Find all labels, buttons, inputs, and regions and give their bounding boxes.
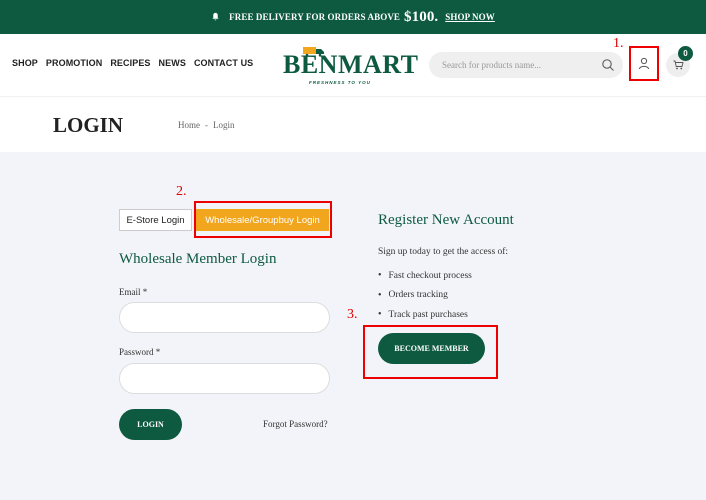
bell-icon bbox=[211, 12, 221, 23]
email-field[interactable] bbox=[119, 302, 330, 333]
forgot-password-link[interactable]: Forgot Password? bbox=[263, 419, 328, 429]
nav-news[interactable]: NEWS bbox=[159, 58, 186, 68]
search-input[interactable]: Search for products name... bbox=[429, 52, 623, 78]
account-button[interactable] bbox=[629, 46, 659, 81]
list-item: Fast checkout process bbox=[378, 266, 472, 286]
annotation-1: 1. bbox=[613, 36, 624, 51]
tab-wholesale-login[interactable]: Wholesale/Groupbuy Login bbox=[196, 209, 329, 231]
cart-icon bbox=[673, 60, 684, 70]
annotation-3: 3. bbox=[347, 307, 358, 322]
nav-recipes[interactable]: RECIPES bbox=[110, 58, 150, 68]
promo-amount: $100. bbox=[404, 8, 439, 25]
cart-count-badge: 0 bbox=[678, 46, 693, 61]
cart-button[interactable]: 0 bbox=[666, 46, 693, 77]
breadcrumb-separator: - bbox=[205, 120, 208, 130]
logo-ben: BEN bbox=[283, 50, 338, 79]
register-subtitle: Sign up today to get the access of: bbox=[378, 247, 509, 257]
nav-shop[interactable]: SHOP bbox=[12, 58, 38, 68]
nav-contact-us[interactable]: CONTACT US bbox=[194, 58, 253, 68]
page-title-bar: LOGIN Home - Login bbox=[0, 96, 706, 152]
logo-tagline: FRESHNESS TO YOU bbox=[309, 80, 371, 85]
promo-text: FREE DELIVERY FOR ORDERS ABOVE bbox=[229, 12, 401, 22]
shop-now-link[interactable]: SHOP NOW bbox=[445, 12, 495, 22]
tab-estore-login[interactable]: E-Store Login bbox=[119, 209, 192, 231]
breadcrumb-home[interactable]: Home bbox=[178, 120, 200, 130]
benmart-logo[interactable]: BENMART FRESHNESS TO YOU bbox=[283, 46, 418, 86]
annotation-2: 2. bbox=[176, 184, 187, 199]
site-header: SHOP PROMOTION RECIPES NEWS CONTACT US B… bbox=[0, 34, 706, 96]
search-icon[interactable] bbox=[601, 58, 615, 72]
search-placeholder: Search for products name... bbox=[442, 60, 541, 70]
login-button[interactable]: LOGIN bbox=[119, 409, 182, 440]
register-benefits: Fast checkout process Orders tracking Tr… bbox=[378, 266, 472, 325]
nav-promotion[interactable]: PROMOTION bbox=[46, 58, 102, 68]
list-item: Orders tracking bbox=[378, 286, 472, 306]
page-title: LOGIN bbox=[53, 113, 124, 137]
logo-mart: MART bbox=[337, 50, 419, 79]
register-title: Register New Account bbox=[378, 212, 514, 228]
breadcrumb: Home - Login bbox=[178, 120, 235, 130]
main-nav: SHOP PROMOTION RECIPES NEWS CONTACT US bbox=[12, 58, 253, 68]
become-member-button[interactable]: BECOME MEMBER bbox=[378, 333, 485, 364]
list-item: Track past purchases bbox=[378, 305, 472, 325]
password-field[interactable] bbox=[119, 363, 330, 394]
email-label: Email * bbox=[119, 287, 148, 297]
login-form-title: Wholesale Member Login bbox=[119, 251, 277, 267]
login-tabs: E-Store Login Wholesale/Groupbuy Login bbox=[119, 209, 329, 231]
promo-banner: FREE DELIVERY FOR ORDERS ABOVE $100. SHO… bbox=[0, 0, 706, 34]
user-icon bbox=[639, 57, 649, 70]
breadcrumb-current: Login bbox=[213, 120, 235, 130]
password-label: Password * bbox=[119, 347, 161, 357]
